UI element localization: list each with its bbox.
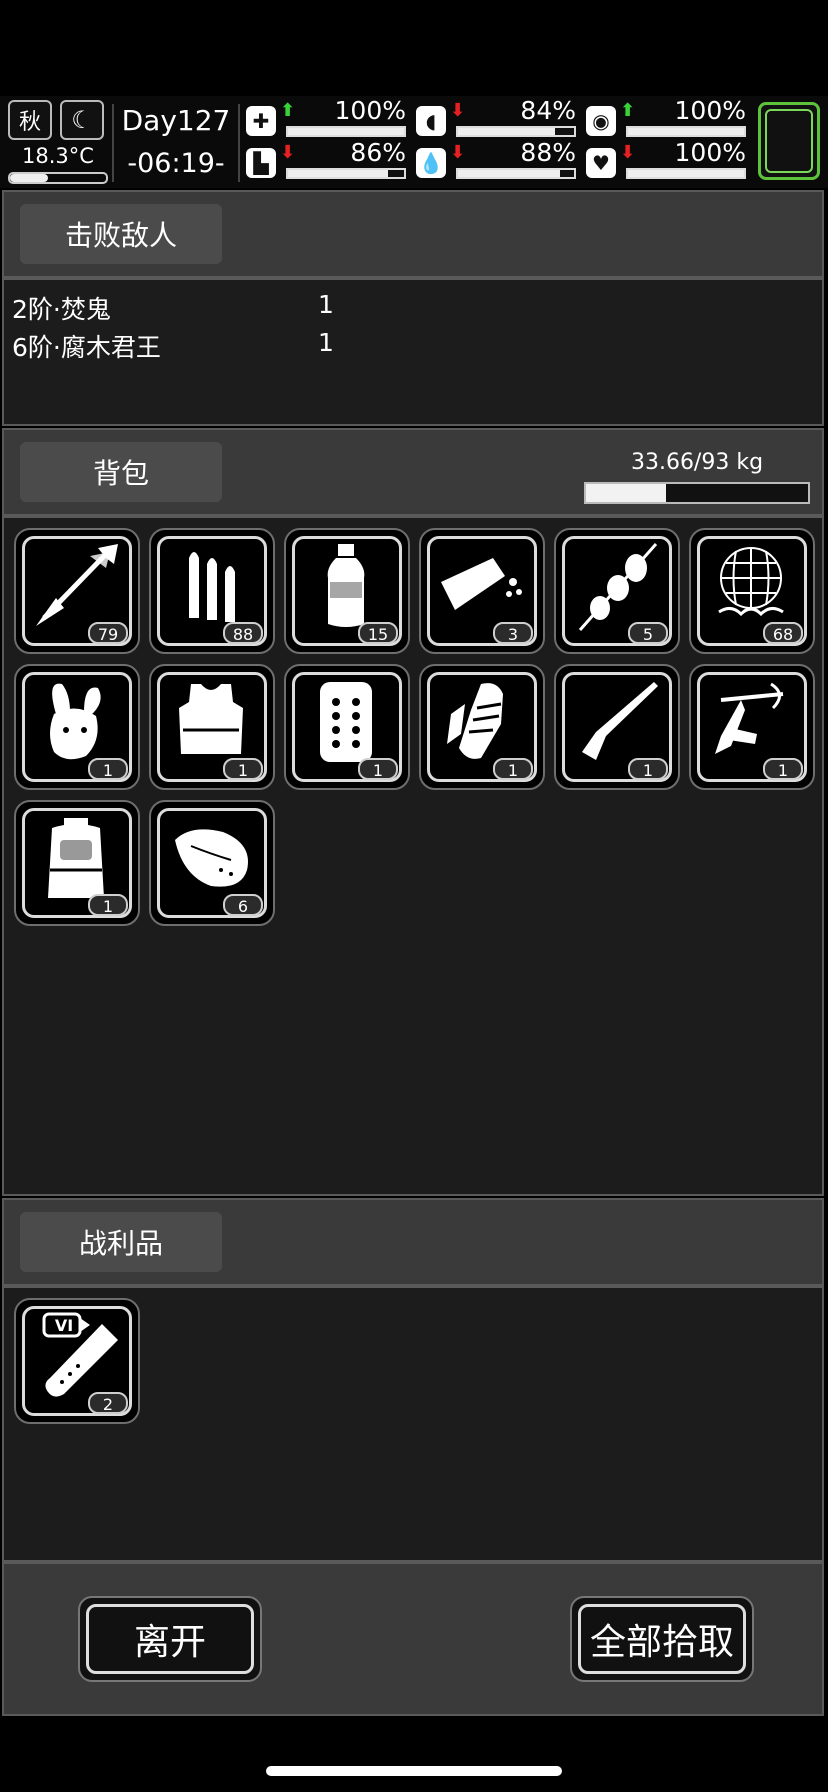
equipped-slot[interactable]: [758, 102, 820, 180]
item-quantity: 1: [358, 758, 398, 780]
status-bar: 秋 ☾ 18.3°C Day127 -06:19- ✚ ⬆ 100% ◖ ⬇ 8…: [0, 96, 828, 188]
inventory-slot-water-bottle[interactable]: 15: [284, 528, 410, 654]
inventory-slot-bread[interactable]: 3: [419, 528, 545, 654]
inventory-slot-bandaged-gloves[interactable]: 1: [419, 664, 545, 790]
item-quantity: 2: [88, 1392, 128, 1414]
game-clock: -06:19-: [127, 148, 225, 179]
net-icon: [718, 547, 784, 617]
season-badge: 秋: [8, 100, 52, 140]
item-quantity: 79: [88, 622, 128, 644]
temperature-bar: [8, 172, 108, 184]
enemy-count: 1: [318, 328, 334, 357]
inventory-slot-rifle[interactable]: 1: [554, 664, 680, 790]
inventory-slot-backpack[interactable]: 1: [14, 800, 140, 926]
inventory-slot-bullets[interactable]: 88: [149, 528, 275, 654]
inventory-slot-net[interactable]: 68: [689, 528, 815, 654]
rabbit-hat-icon: [50, 683, 101, 760]
arrow-icon: [36, 544, 118, 626]
temperature: 18.3°C: [22, 144, 94, 168]
item-quantity: 6: [223, 894, 263, 916]
day-counter: Day127: [121, 104, 231, 137]
take-all-button[interactable]: 全部拾取: [570, 1596, 754, 1682]
loot-header: 战利品: [2, 1198, 824, 1286]
item-quantity: 68: [763, 622, 803, 644]
water-bottle-icon: [327, 544, 365, 627]
backpack-grid: 79 88 15 3 5 68 1 1 1 1 1 1 1 6: [2, 516, 824, 1196]
item-quantity: 3: [493, 622, 533, 644]
item-quantity: 15: [358, 622, 398, 644]
loot-grid: VI 2: [2, 1286, 824, 1562]
stomach-icon: ◖: [416, 106, 446, 136]
inventory-slot-plate[interactable]: 1: [284, 664, 410, 790]
bread-icon: [441, 558, 522, 610]
loot-slot-test-tube[interactable]: VI 2: [14, 1298, 140, 1424]
inventory-slot-body-armor[interactable]: 1: [149, 664, 275, 790]
moon-icon: ☾: [60, 100, 104, 140]
boot-icon: ▙: [246, 148, 276, 178]
inventory-slot-crossbow[interactable]: 1: [689, 664, 815, 790]
backpack-header: 背包 33.66/93 kg: [2, 428, 824, 516]
item-quantity: 5: [628, 622, 668, 644]
backpack-icon: [48, 818, 104, 898]
potato-skewer-icon: [578, 543, 658, 631]
defeated-list: 2阶·焚鬼 1 6阶·腐木君王 1: [2, 278, 824, 426]
heart-icon: ♥: [586, 148, 616, 178]
enemy-count: 1: [318, 290, 334, 319]
inventory-slot-rabbit-hat[interactable]: 1: [14, 664, 140, 790]
meat-icon: [175, 829, 248, 887]
leave-button[interactable]: 离开: [78, 1596, 262, 1682]
tier-badge: VI: [54, 1316, 74, 1335]
rifle-icon: [582, 682, 658, 760]
water-drop-icon: 💧: [416, 148, 446, 178]
enemy-name: 6阶·腐木君王: [12, 333, 161, 362]
crossbow-icon: [715, 682, 784, 754]
item-quantity: 1: [628, 758, 668, 780]
item-quantity: 1: [88, 758, 128, 780]
inventory-slot-meat[interactable]: 6: [149, 800, 275, 926]
inventory-slot-potato-skewer[interactable]: 5: [554, 528, 680, 654]
action-bar: 离开 全部拾取: [2, 1562, 824, 1716]
inventory-slot-arrow[interactable]: 79: [14, 528, 140, 654]
defeated-tab[interactable]: 击败敌人: [20, 204, 222, 264]
item-quantity: 1: [88, 894, 128, 916]
enemy-name: 2阶·焚鬼: [12, 295, 111, 324]
weight-label: 33.66/93 kg: [630, 450, 764, 475]
weight-bar: [584, 482, 810, 504]
item-quantity: 88: [223, 622, 263, 644]
medkit-icon: ✚: [246, 106, 276, 136]
item-quantity: 1: [763, 758, 803, 780]
bladder-icon: ◉: [586, 106, 616, 136]
item-quantity: 1: [223, 758, 263, 780]
backpack-tab[interactable]: 背包: [20, 442, 222, 502]
item-quantity: 1: [493, 758, 533, 780]
bandaged-gloves-icon: [447, 683, 503, 759]
home-indicator[interactable]: [266, 1766, 562, 1776]
bullets-icon: [189, 552, 235, 622]
loot-tab[interactable]: 战利品: [20, 1212, 222, 1272]
defeated-header: 击败敌人: [2, 190, 824, 278]
body-armor-icon: [179, 684, 243, 754]
plate-icon: [320, 682, 372, 762]
